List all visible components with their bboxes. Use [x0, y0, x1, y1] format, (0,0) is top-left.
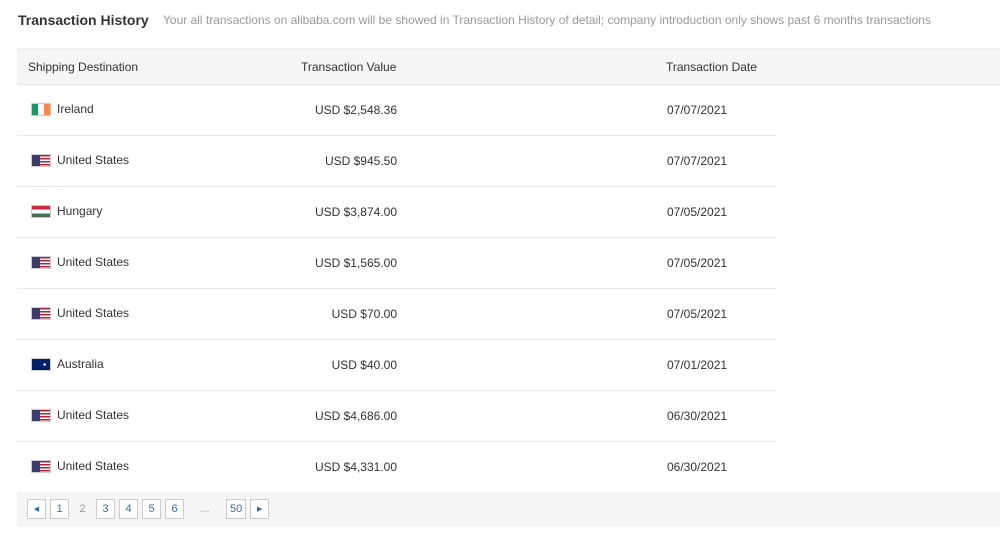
country-name: United States — [57, 153, 129, 167]
transaction-date: 07/07/2021 — [667, 154, 727, 168]
transaction-value: USD $3,874.00 — [315, 205, 397, 219]
page-button-3[interactable]: 3 — [96, 499, 115, 519]
us-flag-icon — [31, 256, 51, 269]
transaction-date: 06/30/2021 — [667, 409, 727, 423]
table-row: United States USD $70.00 07/05/2021 — [17, 289, 776, 340]
us-flag-icon — [31, 409, 51, 422]
table-row: Hungary USD $3,874.00 07/05/2021 — [17, 187, 776, 238]
shipping-destination: Hungary — [31, 204, 102, 218]
transaction-date: 06/30/2021 — [667, 460, 727, 474]
page-button-50[interactable]: 50 — [226, 499, 246, 519]
transaction-date: 07/05/2021 — [667, 256, 727, 270]
page-button-4[interactable]: 4 — [119, 499, 138, 519]
transaction-value: USD $70.00 — [332, 307, 397, 321]
country-name: Hungary — [57, 204, 102, 218]
transaction-value: USD $945.50 — [325, 154, 397, 168]
country-name: United States — [57, 459, 129, 473]
pagination-ellipsis: ... — [194, 499, 216, 519]
us-flag-icon — [31, 460, 51, 473]
transaction-value: USD $4,686.00 — [315, 409, 397, 423]
section-description: Your all transactions on alibaba.com wil… — [163, 13, 931, 27]
us-flag-icon — [31, 154, 51, 167]
shipping-destination: United States — [31, 306, 129, 320]
page-button-1[interactable]: 1 — [50, 499, 69, 519]
table-header: Shipping Destination Transaction Value T… — [17, 48, 1000, 85]
column-header-value: Transaction Value — [301, 60, 396, 74]
shipping-destination: United States — [31, 408, 129, 422]
transaction-value: USD $40.00 — [332, 358, 397, 372]
table-row: Ireland USD $2,548.36 07/07/2021 — [17, 85, 776, 136]
country-name: United States — [57, 255, 129, 269]
shipping-destination: United States — [31, 255, 129, 269]
transaction-date: 07/05/2021 — [667, 307, 727, 321]
caret-left-icon: ◀ — [34, 505, 39, 513]
section-title: Transaction History — [18, 12, 149, 28]
country-name: United States — [57, 306, 129, 320]
table-row: Australia USD $40.00 07/01/2021 — [17, 340, 776, 391]
page-button-5[interactable]: 5 — [142, 499, 161, 519]
prev-page-button[interactable]: ◀ — [27, 499, 46, 519]
shipping-destination: Ireland — [31, 102, 94, 116]
next-page-button[interactable]: ▶ — [250, 499, 269, 519]
current-page: 2 — [73, 499, 92, 519]
transaction-value: USD $2,548.36 — [315, 103, 397, 117]
column-header-date: Transaction Date — [666, 60, 757, 74]
shipping-destination: United States — [31, 459, 129, 473]
country-name: Ireland — [57, 102, 94, 116]
table-row: United States USD $1,565.00 07/05/2021 — [17, 238, 776, 289]
transaction-value: USD $4,331.00 — [315, 460, 397, 474]
table-row: United States USD $4,331.00 06/30/2021 — [17, 442, 776, 493]
ireland-flag-icon — [31, 103, 51, 116]
pagination: ◀ 123456... 50 ▶ — [27, 499, 269, 519]
transaction-date: 07/07/2021 — [667, 103, 727, 117]
country-name: United States — [57, 408, 129, 422]
page-button-6[interactable]: 6 — [165, 499, 184, 519]
country-name: Australia — [57, 357, 104, 371]
column-header-destination: Shipping Destination — [28, 60, 138, 74]
table-row: United States USD $945.50 07/07/2021 — [17, 136, 776, 187]
caret-right-icon: ▶ — [257, 505, 262, 513]
transaction-value: USD $1,565.00 — [315, 256, 397, 270]
table-row: United States USD $4,686.00 06/30/2021 — [17, 391, 776, 442]
transaction-table-body: Ireland USD $2,548.36 07/07/2021United S… — [17, 85, 776, 493]
shipping-destination: United States — [31, 153, 129, 167]
hungary-flag-icon — [31, 205, 51, 218]
pagination-bar: ◀ 123456... 50 ▶ — [17, 492, 1000, 527]
shipping-destination: Australia — [31, 357, 104, 371]
us-flag-icon — [31, 307, 51, 320]
australia-flag-icon — [31, 358, 51, 371]
transaction-date: 07/05/2021 — [667, 205, 727, 219]
transaction-date: 07/01/2021 — [667, 358, 727, 372]
